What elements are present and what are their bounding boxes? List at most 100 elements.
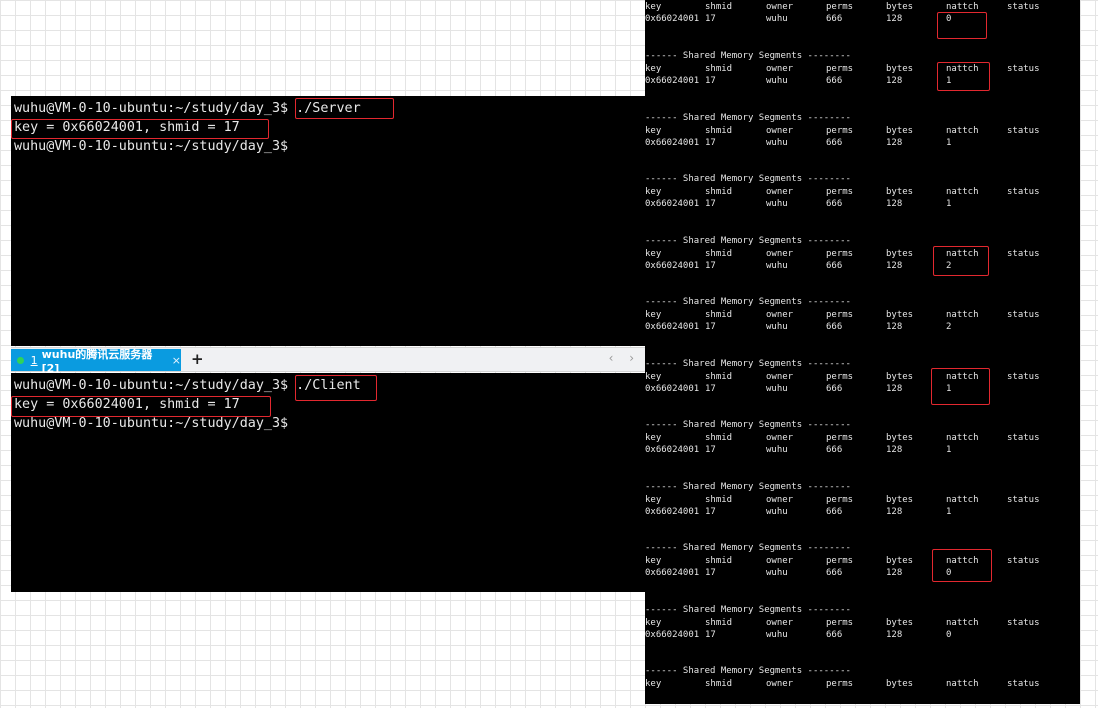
- ipcs-header-perms: perms: [826, 372, 854, 382]
- ipcs-cell-shmid: 17: [705, 261, 716, 271]
- ipcs-header-status: status: [1007, 2, 1040, 12]
- ipcs-cell-perms: 666: [826, 199, 843, 209]
- ipcs-header-perms: perms: [826, 249, 854, 259]
- close-icon[interactable]: ×: [172, 354, 181, 367]
- ipcs-cell-bytes: 128: [886, 384, 903, 394]
- prompt-line: wuhu@VM-0-10-ubuntu:~/study/day_3$: [14, 416, 289, 431]
- ipcs-header-owner: owner: [766, 64, 794, 74]
- ipcs-header-perms: perms: [826, 556, 854, 566]
- ipcs-cell-perms: 666: [826, 322, 843, 332]
- ipcs-header-shmid: shmid: [705, 618, 733, 628]
- ipcs-header-status: status: [1007, 618, 1040, 628]
- ipcs-cell-nattch: 1: [946, 76, 952, 86]
- ipcs-header-nattch: nattch: [946, 249, 979, 259]
- ipcs-header-key: key: [645, 679, 662, 689]
- ipcs-header-shmid: shmid: [705, 310, 733, 320]
- ipcs-cell-key: 0x66024001: [645, 384, 700, 394]
- ipcs-cell-owner: wuhu: [766, 630, 788, 640]
- ipcs-header-shmid: shmid: [705, 2, 733, 12]
- ipcs-header-nattch: nattch: [946, 126, 979, 136]
- ipcs-cell-shmid: 17: [705, 14, 716, 24]
- ipcs-header-status: status: [1007, 433, 1040, 443]
- ipcs-cell-owner: wuhu: [766, 322, 788, 332]
- ipcs-cell-bytes: 128: [886, 199, 903, 209]
- client-terminal[interactable]: wuhu@VM-0-10-ubuntu:~/study/day_3$ ./Cli…: [11, 373, 648, 592]
- ipcs-cell-key: 0x66024001: [645, 445, 700, 455]
- ipcs-header-bytes: bytes: [886, 372, 914, 382]
- ipcs-cell-key: 0x66024001: [645, 138, 700, 148]
- ipcs-header-nattch: nattch: [946, 618, 979, 628]
- tab-scroll-arrows-icon[interactable]: ‹ ›: [609, 351, 640, 365]
- ipcs-cell-bytes: 128: [886, 630, 903, 640]
- ipcs-section-title: ------ Shared Memory Segments --------: [645, 297, 851, 307]
- ipcs-cell-owner: wuhu: [766, 261, 788, 271]
- ipcs-header-key: key: [645, 372, 662, 382]
- ipcs-cell-nattch: 2: [946, 261, 952, 271]
- ipcs-cell-bytes: 128: [886, 507, 903, 517]
- ipcs-header-status: status: [1007, 310, 1040, 320]
- client-command: ./Client: [296, 378, 361, 393]
- ipcs-header-owner: owner: [766, 556, 794, 566]
- ipcs-cell-perms: 666: [826, 261, 843, 271]
- ipcs-section-title: ------ Shared Memory Segments --------: [645, 174, 851, 184]
- ipcs-cell-key: 0x66024001: [645, 261, 700, 271]
- ipcs-header-perms: perms: [826, 495, 854, 505]
- ipcs-header-bytes: bytes: [886, 64, 914, 74]
- tab-title: wuhu的腾讯云服务器 [2]: [41, 347, 153, 375]
- ipcs-cell-key: 0x66024001: [645, 14, 700, 24]
- ipcs-header-key: key: [645, 495, 662, 505]
- ipcs-header-nattch: nattch: [946, 64, 979, 74]
- ipcs-cell-key: 0x66024001: [645, 568, 700, 578]
- ipcs-cell-nattch: 1: [946, 384, 952, 394]
- ipcs-header-shmid: shmid: [705, 433, 733, 443]
- ipcs-header-owner: owner: [766, 126, 794, 136]
- ipcs-header-key: key: [645, 618, 662, 628]
- ipcs-section-title: ------ Shared Memory Segments --------: [645, 605, 851, 615]
- ipcs-cell-owner: wuhu: [766, 445, 788, 455]
- ipcs-header-owner: owner: [766, 249, 794, 259]
- ipcs-header-shmid: shmid: [705, 372, 733, 382]
- ipcs-cell-perms: 666: [826, 568, 843, 578]
- ipcs-header-status: status: [1007, 64, 1040, 74]
- ipcs-cell-shmid: 17: [705, 568, 716, 578]
- ipcs-header-shmid: shmid: [705, 249, 733, 259]
- ipcs-header-key: key: [645, 310, 662, 320]
- ipcs-header-status: status: [1007, 126, 1040, 136]
- add-tab-icon[interactable]: +: [191, 350, 204, 368]
- prompt: wuhu@VM-0-10-ubuntu:~/study/day_3$: [14, 101, 297, 116]
- ipcs-header-owner: owner: [766, 433, 794, 443]
- ipcs-header-bytes: bytes: [886, 2, 914, 12]
- server-command: ./Server: [296, 101, 361, 116]
- server-terminal[interactable]: wuhu@VM-0-10-ubuntu:~/study/day_3$ ./Ser…: [11, 96, 648, 346]
- connected-status-dot-icon: [17, 356, 24, 364]
- ipcs-header-shmid: shmid: [705, 187, 733, 197]
- tab-session-1[interactable]: 1 wuhu的腾讯云服务器 [2] ×: [11, 348, 181, 375]
- ipcs-cell-key: 0x66024001: [645, 630, 700, 640]
- ipcs-header-bytes: bytes: [886, 679, 914, 689]
- ipcs-section-title: ------ Shared Memory Segments --------: [645, 666, 851, 676]
- ipcs-header-perms: perms: [826, 679, 854, 689]
- ipcs-section-title: ------ Shared Memory Segments --------: [645, 51, 851, 61]
- ipcs-cell-shmid: 17: [705, 138, 716, 148]
- ipcs-header-perms: perms: [826, 126, 854, 136]
- ipcs-cell-nattch: 1: [946, 445, 952, 455]
- ipcs-header-shmid: shmid: [705, 556, 733, 566]
- ipcs-header-bytes: bytes: [886, 310, 914, 320]
- ipcs-cell-bytes: 128: [886, 568, 903, 578]
- client-command-line: wuhu@VM-0-10-ubuntu:~/study/day_3$ ./Cli…: [14, 376, 648, 395]
- server-output-line: key = 0x66024001, shmid = 17: [14, 120, 240, 135]
- ipcs-cell-shmid: 17: [705, 384, 716, 394]
- ipcs-header-bytes: bytes: [886, 433, 914, 443]
- ipcs-header-perms: perms: [826, 433, 854, 443]
- ipcs-header-key: key: [645, 433, 662, 443]
- ipcs-cell-key: 0x66024001: [645, 76, 700, 86]
- ipcs-header-key: key: [645, 187, 662, 197]
- ipcs-header-perms: perms: [826, 187, 854, 197]
- ipcs-header-owner: owner: [766, 2, 794, 12]
- ipcs-cell-owner: wuhu: [766, 384, 788, 394]
- ipcs-header-shmid: shmid: [705, 495, 733, 505]
- ipcs-header-status: status: [1007, 249, 1040, 259]
- ipcs-output-terminal[interactable]: key shmid owner perms bytes nattch status 0x660…: [645, 0, 1080, 704]
- ipcs-header-nattch: nattch: [946, 187, 979, 197]
- server-command-line: wuhu@VM-0-10-ubuntu:~/study/day_3$ ./Ser…: [14, 99, 648, 118]
